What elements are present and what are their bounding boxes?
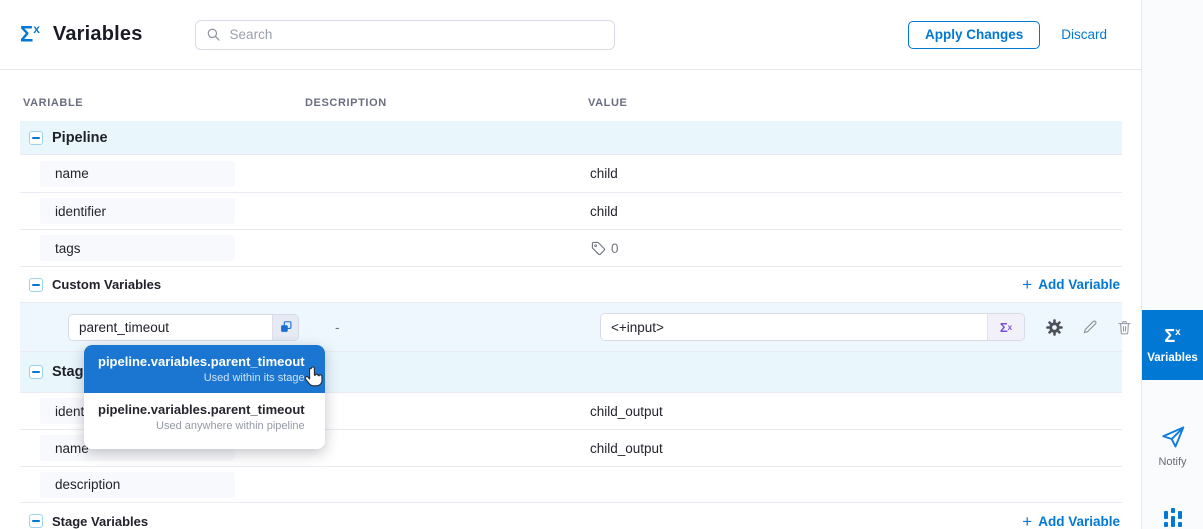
header-actions: Apply Changes Discard [908, 21, 1107, 49]
search-input[interactable] [228, 26, 604, 43]
variable-value: child_output [585, 404, 1122, 419]
column-variable: VARIABLE [20, 97, 305, 109]
tag-icon [590, 240, 606, 256]
section-label: Custom Variables [52, 277, 161, 292]
tags-count: 0 [611, 241, 619, 256]
variable-path-dropdown: pipeline.variables.parent_timeout Used w… [84, 345, 325, 449]
variable-name-field: identifier [40, 198, 235, 224]
add-variable-button[interactable]: + Add Variable [1022, 513, 1122, 529]
variable-description: - [305, 320, 585, 335]
variable-name-field: name [40, 161, 235, 187]
section-label: Stage Variables [52, 514, 148, 529]
collapse-icon[interactable] [29, 365, 43, 379]
table-row: description [20, 467, 1122, 503]
sigma-x-icon: Σx [1164, 327, 1180, 345]
sidebar-item-notify[interactable]: Notify [1142, 424, 1203, 468]
variables-panel: Σx Variables Apply Changes Discard VARIA… [0, 0, 1203, 529]
plus-icon: + [1022, 513, 1032, 529]
plus-icon: + [1022, 276, 1032, 293]
sliders-icon [1160, 506, 1186, 529]
column-description: DESCRIPTION [305, 97, 585, 109]
variable-path: pipeline.variables.parent_timeout [98, 354, 305, 369]
collapse-icon[interactable] [29, 131, 43, 145]
panel-header: Σx Variables Apply Changes Discard [0, 0, 1141, 70]
sigma-x-icon: Σx [20, 23, 40, 45]
variable-name-field: tags [40, 235, 235, 261]
search-icon [206, 27, 221, 42]
table-row: tags 0 [20, 230, 1122, 267]
edit-pencil-icon[interactable] [1081, 318, 1099, 336]
table-header: VARIABLE DESCRIPTION VALUE [20, 70, 1122, 121]
variable-name-input-group [68, 314, 299, 341]
discard-button[interactable]: Discard [1061, 27, 1107, 42]
variable-value: child [585, 166, 1122, 181]
apply-changes-button[interactable]: Apply Changes [908, 21, 1040, 49]
runtime-input-type-icon[interactable]: Σx [987, 314, 1024, 340]
tags-value: 0 [585, 240, 1122, 256]
table-row: identifier child [20, 193, 1122, 230]
hand-cursor [303, 366, 325, 395]
dropdown-item-pipeline-scope[interactable]: pipeline.variables.parent_timeout Used a… [84, 393, 325, 440]
sidebar-item-sliders[interactable] [1142, 506, 1203, 529]
variable-scope: Used within its stage [98, 372, 305, 384]
add-variable-button[interactable]: + Add Variable [1022, 276, 1122, 293]
right-sidebar: Σx Variables Notify [1141, 0, 1203, 529]
settings-gear-icon[interactable] [1045, 318, 1064, 337]
table-row: name child [20, 155, 1122, 193]
dropdown-item-stage-scope[interactable]: pipeline.variables.parent_timeout Used w… [84, 345, 325, 393]
section-row-pipeline: Pipeline [20, 121, 1122, 155]
row-actions [1045, 318, 1133, 337]
variable-name-field: description [40, 472, 235, 498]
search-box [195, 20, 615, 50]
collapse-icon[interactable] [29, 278, 43, 292]
section-label: Pipeline [52, 130, 108, 146]
variables-table: VARIABLE DESCRIPTION VALUE Pipeline name… [20, 70, 1122, 529]
column-value: VALUE [585, 97, 1122, 109]
paper-plane-icon [1160, 424, 1186, 450]
variable-path: pipeline.variables.parent_timeout [98, 402, 305, 417]
delete-trash-icon[interactable] [1116, 319, 1133, 336]
variable-value: child [585, 204, 1122, 219]
variable-value-input-group: Σx [600, 313, 1025, 341]
variable-value-input[interactable] [601, 314, 987, 340]
section-row-custom-variables: Custom Variables + Add Variable [20, 267, 1122, 303]
copy-icon[interactable] [272, 315, 298, 340]
page-title: Variables [53, 23, 143, 46]
collapse-icon[interactable] [29, 514, 43, 528]
variable-name-input[interactable] [69, 315, 272, 340]
variable-value: child_output [585, 441, 1122, 456]
variable-scope: Used anywhere within pipeline [98, 420, 305, 432]
sidebar-item-variables[interactable]: Σx Variables [1142, 310, 1203, 380]
section-row-stage-variables: Stage Variables + Add Variable [20, 503, 1122, 529]
